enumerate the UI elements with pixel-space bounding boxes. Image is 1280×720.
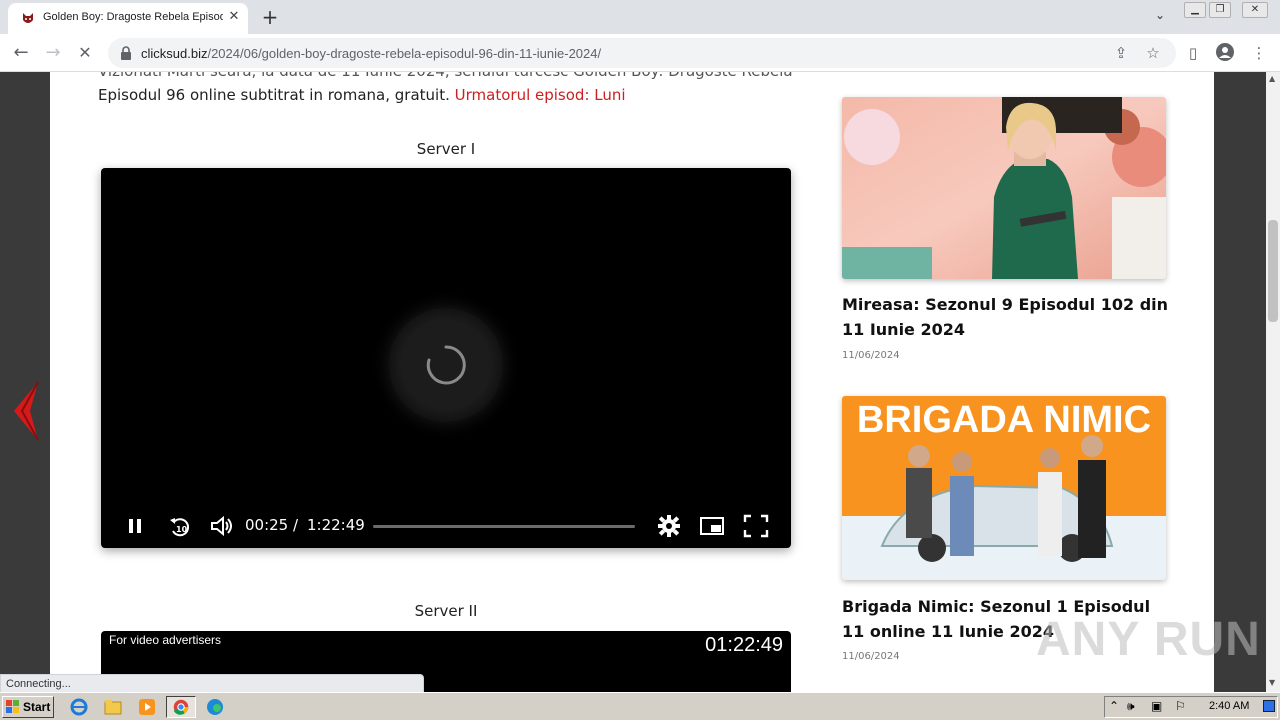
scrollbar-thumb[interactable]	[1268, 220, 1278, 322]
start-button[interactable]: Start	[2, 696, 54, 718]
scroll-up-arrow-icon[interactable]: ▲	[1269, 74, 1275, 83]
url-text[interactable]: clicksud.biz/2024/06/golden-boy-dragoste…	[141, 46, 601, 61]
article-intro-line: Vizionati Marti seara, la data de 11 Iun…	[98, 72, 793, 80]
picture-in-picture-icon[interactable]	[699, 514, 725, 538]
card-2-thumbnail[interactable]: BRIGADA NIMIC	[842, 396, 1166, 580]
card-1-title[interactable]: Mireasa: Sezonul 9 Episodul 102 din 11 I…	[842, 292, 1172, 342]
server-2-label: Server II	[414, 602, 478, 620]
article-description-text: Episodul 96 online subtitrat in romana, …	[98, 86, 450, 104]
windows-taskbar: Start ⌃ 🕪 ▣ ⚐ 2:40 AM	[0, 692, 1280, 720]
back-arrow-icon[interactable]: ←	[8, 40, 34, 66]
chrome-icon[interactable]	[166, 696, 196, 718]
file-explorer-icon[interactable]	[100, 696, 126, 718]
svg-text:10: 10	[176, 525, 188, 534]
tab-close-icon[interactable]: ✕	[226, 9, 242, 25]
browser-toolbar: ← → ✕ clicksud.biz/2024/06/golden-boy-dr…	[0, 34, 1280, 72]
previous-arrow-icon[interactable]	[8, 378, 44, 444]
tab-search-chevron-icon[interactable]: ⌄	[1150, 8, 1170, 26]
profile-avatar-icon[interactable]	[1214, 42, 1236, 64]
total-duration: 1:22:49	[307, 516, 365, 534]
player-2-duration: 01:22:49	[705, 634, 783, 656]
edge-icon[interactable]	[202, 696, 228, 718]
media-player-icon[interactable]	[134, 696, 160, 718]
card-1-thumbnail[interactable]	[842, 97, 1166, 279]
video-player-1[interactable]: 10 00:25 / 1:22:49	[101, 168, 791, 548]
card-2-poster-text: BRIGADA NIMIC	[857, 399, 1151, 441]
address-bar[interactable]: clicksud.biz/2024/06/golden-boy-dragoste…	[108, 38, 1176, 68]
tab-active[interactable]: Golden Boy: Dragoste Rebela Episodul 96 …	[8, 3, 248, 34]
url-host: clicksud.biz	[141, 46, 208, 61]
article-description: Episodul 96 online subtitrat in romana, …	[98, 86, 626, 104]
window-close-button[interactable]: ✕	[1242, 2, 1268, 18]
side-panel-icon[interactable]: ▯	[1182, 42, 1204, 64]
start-label: Start	[23, 700, 51, 714]
card-1-date: 11/06/2024	[842, 350, 900, 361]
loading-spinner-icon	[389, 308, 503, 422]
new-tab-button[interactable]: +	[258, 6, 282, 28]
tray-expand-icon[interactable]: ⌃	[1109, 699, 1119, 713]
stop-loading-icon[interactable]: ✕	[72, 40, 98, 66]
status-bubble: Connecting...	[0, 674, 424, 693]
next-episode-link[interactable]: Urmatorul episod: Luni	[455, 86, 626, 104]
web-page: Vizionati Marti seara, la data de 11 Iun…	[0, 72, 1266, 692]
url-path: /2024/06/golden-boy-dragoste-rebela-epis…	[207, 46, 602, 61]
network-tray-icon[interactable]: ▣	[1151, 699, 1162, 713]
forward-arrow-icon[interactable]: →	[40, 40, 66, 66]
volume-icon[interactable]	[209, 514, 235, 538]
page-scrollbar[interactable]: ▲ ▼	[1266, 72, 1280, 692]
pause-icon[interactable]	[125, 514, 145, 538]
settings-gear-icon[interactable]	[657, 514, 681, 538]
scroll-down-arrow-icon[interactable]: ▼	[1269, 678, 1275, 687]
lock-icon	[121, 46, 131, 60]
tab-strip: Golden Boy: Dragoste Rebela Episodul 96 …	[0, 0, 1280, 34]
video-advertisers-link[interactable]: For video advertisers	[109, 633, 221, 647]
site-favicon-icon	[23, 13, 33, 23]
action-center-flag-icon[interactable]: ⚐	[1175, 699, 1186, 713]
server-1-label: Server I	[416, 140, 476, 158]
windows-flag-icon	[6, 700, 19, 713]
taskbar-clock: 2:40 AM	[1209, 700, 1250, 712]
menu-kebab-icon[interactable]: ⋮	[1248, 42, 1270, 64]
system-tray: ⌃ 🕪 ▣ ⚐ 2:40 AM	[1104, 696, 1278, 718]
minimize-button[interactable]: ▁	[1184, 2, 1206, 18]
scroll-to-top-icon[interactable]	[1174, 652, 1204, 682]
current-time: 00:25	[245, 516, 289, 534]
content-area: Vizionati Marti seara, la data de 11 Iun…	[50, 72, 1214, 692]
player-controls: 10 00:25 / 1:22:49	[101, 508, 791, 544]
time-separator: /	[293, 516, 299, 534]
volume-tray-icon[interactable]: 🕪	[1127, 699, 1135, 714]
show-desktop-icon[interactable]	[1263, 700, 1275, 712]
fullscreen-icon[interactable]	[743, 514, 769, 538]
share-icon[interactable]: ⇪	[1110, 42, 1132, 64]
restore-button[interactable]: ❐	[1209, 2, 1231, 18]
internet-explorer-icon[interactable]	[66, 696, 92, 718]
watermark-logo: ANY RUN	[1036, 613, 1261, 666]
progress-bar[interactable]	[373, 525, 635, 528]
tab-title: Golden Boy: Dragoste Rebela Episodul 96	[43, 11, 223, 23]
rewind-10-icon[interactable]: 10	[167, 514, 193, 538]
bookmark-star-icon[interactable]: ☆	[1142, 42, 1164, 64]
card-2-date: 11/06/2024	[842, 651, 900, 662]
